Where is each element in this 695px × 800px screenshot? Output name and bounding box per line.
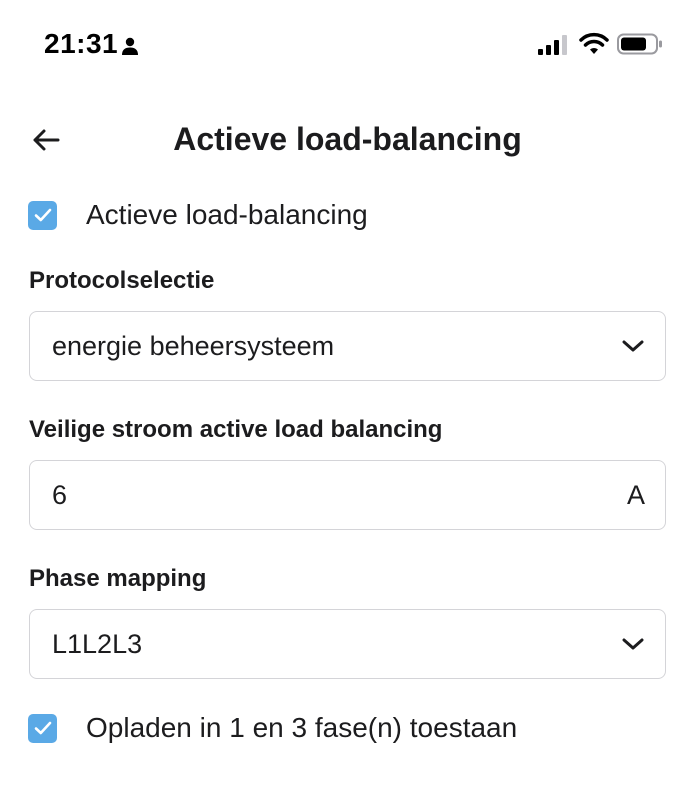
page-title: Actieve load-balancing [173,121,522,157]
signal-icon [538,35,567,55]
chevron-down-icon [622,638,644,650]
safe-current-label: Veilige stroom active load balancing [29,416,443,443]
active-load-balancing-checkbox-row[interactable]: Actieve load-balancing [28,199,368,231]
phase-mapping-select-value: L1L2L3 [52,628,143,659]
protocol-select[interactable]: energie beheersysteem [29,311,666,381]
screen: 21:31 Actieve load-balancing Actieve loa… [0,0,695,800]
status-bar: 21:31 [0,0,695,92]
safe-current-unit: A [626,479,645,510]
checkmark-icon [34,721,51,735]
active-load-balancing-label: Actieve load-balancing [86,199,368,230]
person-icon [122,37,138,55]
active-load-balancing-checkbox[interactable] [28,200,57,230]
header: Actieve load-balancing [0,105,695,175]
phase-charging-checkbox[interactable] [28,713,57,743]
status-time: 21:31 [44,28,119,59]
phase-mapping-label: Phase mapping [29,565,207,592]
checkmark-icon [34,208,51,222]
protocol-label: Protocolselectie [29,267,215,294]
phase-mapping-select[interactable]: L1L2L3 [29,609,666,679]
safe-current-field[interactable]: A [29,460,666,530]
chevron-down-icon [622,340,644,352]
protocol-select-value: energie beheersysteem [52,330,335,361]
battery-icon [617,33,662,55]
phase-charging-checkbox-row[interactable]: Opladen in 1 en 3 fase(n) toestaan [28,712,517,744]
phase-charging-label: Opladen in 1 en 3 fase(n) toestaan [86,712,518,743]
wifi-icon [579,32,609,54]
safe-current-input[interactable] [52,479,617,511]
